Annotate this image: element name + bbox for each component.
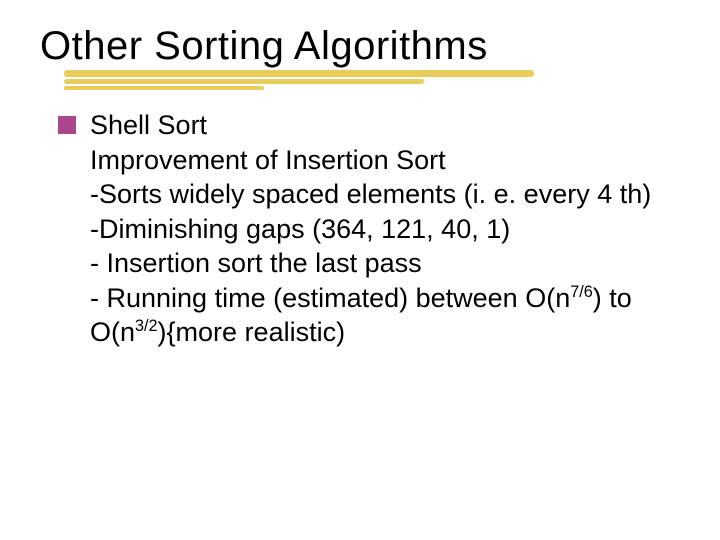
- desc-line: -Diminishing gaps (364, 121, 40, 1): [90, 212, 680, 247]
- underline-stroke: [64, 70, 534, 77]
- underline-stroke: [64, 86, 264, 90]
- running-sup2: 3/2: [135, 317, 158, 335]
- title-block: Other Sorting Algorithms: [40, 24, 680, 68]
- underline-stroke: [64, 79, 424, 84]
- running-sup1: 7/6: [570, 283, 593, 301]
- slide-title: Other Sorting Algorithms: [40, 24, 680, 68]
- bullet-description: Improvement of Insertion Sort -Sorts wid…: [58, 143, 680, 350]
- running-pre: - Running time (estimated) between O(n: [90, 283, 570, 313]
- bullet-item: Shell Sort: [58, 108, 680, 143]
- bullet-title: Shell Sort: [90, 110, 207, 140]
- running-post: ){more realistic): [158, 317, 346, 347]
- square-bullet-icon: [58, 116, 76, 134]
- desc-line: -Sorts widely spaced elements (i. e. eve…: [90, 177, 680, 212]
- body-text: Shell Sort Improvement of Insertion Sort…: [40, 108, 680, 350]
- slide: Other Sorting Algorithms Shell Sort Impr…: [0, 0, 720, 540]
- desc-line-running-time: - Running time (estimated) between O(n7/…: [90, 281, 680, 350]
- desc-line: Improvement of Insertion Sort: [90, 143, 680, 178]
- desc-line: - Insertion sort the last pass: [90, 246, 680, 281]
